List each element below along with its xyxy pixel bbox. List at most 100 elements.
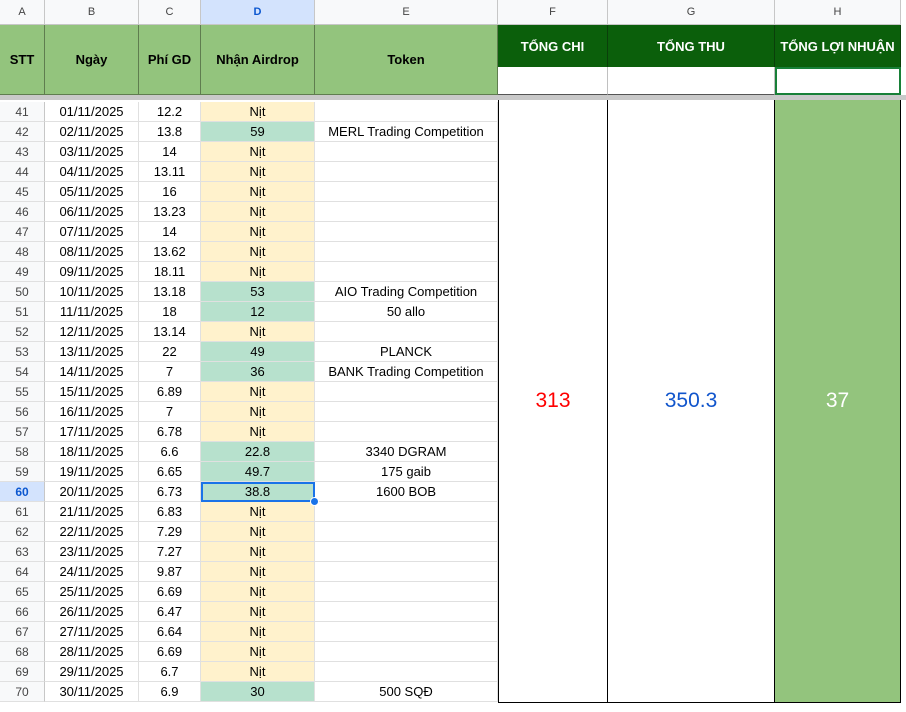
row-number[interactable]: 41 [0, 102, 45, 122]
fee-cell[interactable]: 13.14 [139, 322, 201, 342]
fee-cell[interactable]: 6.9 [139, 682, 201, 702]
row-number[interactable]: 67 [0, 622, 45, 642]
fee-cell[interactable]: 13.11 [139, 162, 201, 182]
date-cell[interactable]: 22/11/2025 [45, 522, 139, 542]
fill-handle[interactable] [310, 497, 319, 506]
date-cell[interactable]: 18/11/2025 [45, 442, 139, 462]
cell-f2[interactable] [498, 67, 608, 95]
row-number[interactable]: 49 [0, 262, 45, 282]
row-number[interactable]: 50 [0, 282, 45, 302]
header-ngay[interactable]: Ngày [45, 25, 139, 95]
row-number[interactable]: 61 [0, 502, 45, 522]
row-number[interactable]: 48 [0, 242, 45, 262]
total-tong-thu[interactable]: 350.3 [608, 100, 775, 703]
airdrop-cell[interactable]: Nịt [201, 602, 315, 622]
date-cell[interactable]: 25/11/2025 [45, 582, 139, 602]
fee-cell[interactable]: 7 [139, 362, 201, 382]
date-cell[interactable]: 08/11/2025 [45, 242, 139, 262]
fee-cell[interactable]: 6.78 [139, 422, 201, 442]
row-number[interactable]: 47 [0, 222, 45, 242]
airdrop-cell[interactable]: Nịt [201, 642, 315, 662]
token-cell[interactable]: 50 allo [315, 302, 498, 322]
date-cell[interactable]: 05/11/2025 [45, 182, 139, 202]
token-cell[interactable]: 3340 DGRAM [315, 442, 498, 462]
date-cell[interactable]: 02/11/2025 [45, 122, 139, 142]
fee-cell[interactable]: 7.27 [139, 542, 201, 562]
airdrop-cell[interactable]: 38.8 [201, 482, 315, 502]
header-tong-thu[interactable]: TỔNG THU [608, 25, 775, 67]
row-number[interactable]: 58 [0, 442, 45, 462]
token-cell[interactable] [315, 622, 498, 642]
date-cell[interactable]: 01/11/2025 [45, 102, 139, 122]
date-cell[interactable]: 13/11/2025 [45, 342, 139, 362]
date-cell[interactable]: 06/11/2025 [45, 202, 139, 222]
row-number[interactable]: 70 [0, 682, 45, 702]
token-cell[interactable] [315, 542, 498, 562]
token-cell[interactable]: 500 SQĐ [315, 682, 498, 702]
header-token[interactable]: Token [315, 25, 498, 95]
airdrop-cell[interactable]: Nịt [201, 142, 315, 162]
airdrop-cell[interactable]: Nịt [201, 382, 315, 402]
date-cell[interactable]: 04/11/2025 [45, 162, 139, 182]
airdrop-cell[interactable]: 12 [201, 302, 315, 322]
row-number[interactable]: 60 [0, 482, 45, 502]
date-cell[interactable]: 23/11/2025 [45, 542, 139, 562]
airdrop-cell[interactable]: Nịt [201, 622, 315, 642]
date-cell[interactable]: 03/11/2025 [45, 142, 139, 162]
header-tong-chi[interactable]: TỔNG CHI [498, 25, 608, 67]
token-cell[interactable] [315, 102, 498, 122]
date-cell[interactable]: 17/11/2025 [45, 422, 139, 442]
airdrop-cell[interactable]: Nịt [201, 222, 315, 242]
airdrop-cell[interactable]: Nịt [201, 162, 315, 182]
date-cell[interactable]: 28/11/2025 [45, 642, 139, 662]
airdrop-cell[interactable]: 22.8 [201, 442, 315, 462]
token-cell[interactable] [315, 262, 498, 282]
token-cell[interactable] [315, 402, 498, 422]
fee-cell[interactable]: 9.87 [139, 562, 201, 582]
date-cell[interactable]: 09/11/2025 [45, 262, 139, 282]
fee-cell[interactable]: 13.62 [139, 242, 201, 262]
fee-cell[interactable]: 6.83 [139, 502, 201, 522]
airdrop-cell[interactable]: Nịt [201, 662, 315, 682]
cell-h2[interactable] [775, 67, 901, 95]
airdrop-cell[interactable]: Nịt [201, 102, 315, 122]
header-phi-gd[interactable]: Phí GD [139, 25, 201, 95]
column-header-d[interactable]: D [201, 0, 315, 25]
fee-cell[interactable]: 18.11 [139, 262, 201, 282]
date-cell[interactable]: 19/11/2025 [45, 462, 139, 482]
row-number[interactable]: 64 [0, 562, 45, 582]
token-cell[interactable]: PLANCK [315, 342, 498, 362]
token-cell[interactable] [315, 582, 498, 602]
airdrop-cell[interactable]: 36 [201, 362, 315, 382]
token-cell[interactable]: BANK Trading Competition [315, 362, 498, 382]
fee-cell[interactable]: 6.69 [139, 582, 201, 602]
airdrop-cell[interactable]: Nịt [201, 542, 315, 562]
row-number[interactable]: 59 [0, 462, 45, 482]
airdrop-cell[interactable]: Nịt [201, 402, 315, 422]
fee-cell[interactable]: 22 [139, 342, 201, 362]
column-header-h[interactable]: H [775, 0, 901, 25]
date-cell[interactable]: 20/11/2025 [45, 482, 139, 502]
date-cell[interactable]: 10/11/2025 [45, 282, 139, 302]
token-cell[interactable] [315, 642, 498, 662]
column-header-e[interactable]: E [315, 0, 498, 25]
date-cell[interactable]: 14/11/2025 [45, 362, 139, 382]
airdrop-cell[interactable]: 59 [201, 122, 315, 142]
fee-cell[interactable]: 13.8 [139, 122, 201, 142]
date-cell[interactable]: 15/11/2025 [45, 382, 139, 402]
token-cell[interactable] [315, 182, 498, 202]
fee-cell[interactable]: 16 [139, 182, 201, 202]
token-cell[interactable] [315, 522, 498, 542]
airdrop-cell[interactable]: Nịt [201, 422, 315, 442]
row-number[interactable]: 63 [0, 542, 45, 562]
row-number[interactable]: 52 [0, 322, 45, 342]
fee-cell[interactable]: 12.2 [139, 102, 201, 122]
row-number[interactable]: 44 [0, 162, 45, 182]
date-cell[interactable]: 27/11/2025 [45, 622, 139, 642]
airdrop-cell[interactable]: Nịt [201, 522, 315, 542]
row-number[interactable]: 46 [0, 202, 45, 222]
fee-cell[interactable]: 6.64 [139, 622, 201, 642]
airdrop-cell[interactable]: Nịt [201, 322, 315, 342]
header-tong-loi-nhuan[interactable]: TỔNG LỢI NHUẬN [775, 25, 901, 67]
date-cell[interactable]: 21/11/2025 [45, 502, 139, 522]
